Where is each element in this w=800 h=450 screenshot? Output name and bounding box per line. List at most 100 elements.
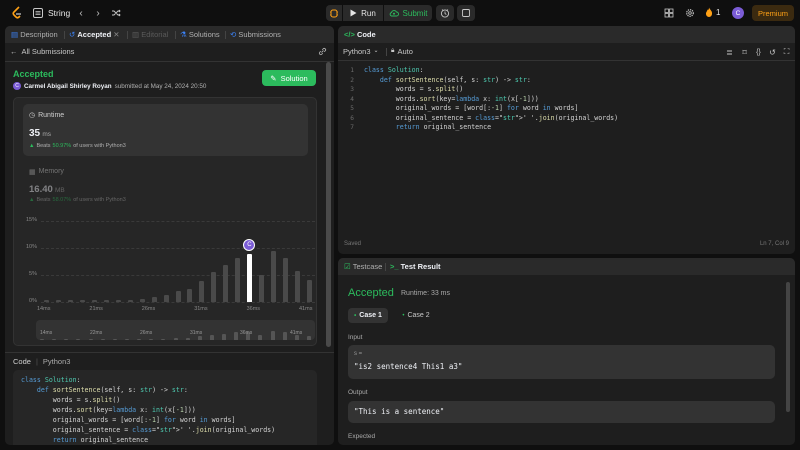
mini-tick-label: 36ms: [240, 330, 253, 336]
code-line: class Solution:: [364, 66, 424, 74]
tab-submissions[interactable]: ⟲ Submissions: [230, 30, 281, 39]
mini-bar: [306, 336, 311, 340]
tab-submissions-label: Submissions: [238, 30, 281, 39]
tab-testcase[interactable]: ☑ Testcase: [344, 262, 382, 271]
notes-button[interactable]: [457, 5, 475, 21]
code-line: def sortSentence(self, s: str) -> str:: [379, 75, 531, 84]
line-number: 7: [350, 124, 354, 131]
tab-solutions[interactable]: ⚗ Solutions: [180, 30, 220, 39]
close-tab-icon[interactable]: ✕: [113, 30, 119, 39]
mini-tick-label: 22ms: [90, 330, 103, 336]
prev-problem-icon[interactable]: ‹: [77, 8, 85, 19]
result-status: Accepted: [348, 287, 394, 299]
scrollbar-track[interactable]: [326, 62, 331, 445]
input-box[interactable]: s = "is2 sentence4 This1 a3": [348, 345, 775, 379]
submit-button[interactable]: Submit: [384, 5, 432, 21]
code-section-lang: Python3: [42, 357, 71, 366]
output-value: "This is a sentence": [354, 407, 445, 416]
mini-bar: [52, 339, 57, 340]
fullscreen-icon[interactable]: ⛶: [782, 47, 791, 56]
tab-code[interactable]: </> Code: [344, 30, 376, 39]
mini-bar: [197, 336, 202, 340]
debug-button[interactable]: [326, 5, 342, 21]
mini-bar: [234, 332, 239, 340]
thumb-icon: ▲: [29, 143, 35, 149]
user-name[interactable]: Carmel Abigail Shirley Royan: [24, 83, 112, 90]
timer-button[interactable]: [436, 5, 454, 21]
description-icon: ▤: [11, 30, 19, 39]
tab-editorial[interactable]: ▥ Editorial: [132, 30, 168, 39]
submission-code-block[interactable]: class Solution: def sortSentence(self, s…: [13, 370, 317, 445]
code-line: original_words = [word[:-1] for word in …: [21, 416, 236, 424]
pass-dot-icon: •: [402, 312, 405, 319]
console-scrollbar[interactable]: [786, 282, 790, 412]
tab-testcase-label: Testcase: [352, 262, 383, 271]
tab-accepted-label: Accepted: [77, 30, 112, 39]
code-editor[interactable]: 1 class Solution: 2 def sortSentence(self,…: [338, 62, 795, 232]
book-icon: ▥: [132, 30, 140, 39]
output-box[interactable]: "This is a sentence": [348, 401, 775, 423]
settings-gear-icon[interactable]: [685, 8, 695, 18]
shuffle-icon[interactable]: [111, 8, 121, 18]
back-to-submissions[interactable]: ← All Submissions: [10, 47, 74, 56]
mini-bar: [185, 337, 190, 340]
runtime-card[interactable]: ◷ Runtime 35 ms ▲ Beats 50.97% of users w…: [23, 104, 308, 156]
thumb-icon: ▲: [29, 197, 35, 203]
tab-description[interactable]: ▤ Description: [11, 30, 58, 39]
memory-beats-percent: 58.07%: [52, 197, 72, 203]
code-line: return original_sentence: [52, 436, 149, 444]
mini-bar: [173, 338, 178, 340]
code-line: return original_sentence: [395, 123, 492, 131]
language-select[interactable]: Python3 ⌄: [343, 47, 379, 56]
tab-test-result[interactable]: >_ Test Result: [390, 262, 441, 271]
mini-bar: [64, 339, 69, 340]
streak-counter[interactable]: 1: [705, 7, 720, 17]
premium-button[interactable]: Premium: [752, 5, 794, 21]
code-section-label: Code: [13, 357, 31, 366]
braces-icon[interactable]: {}: [754, 48, 763, 56]
reset-icon[interactable]: ↺: [768, 48, 777, 57]
line-number: 3: [350, 86, 354, 93]
code-line: words.sort(key=lambda x: int(x[-1])): [364, 94, 539, 103]
avatar[interactable]: C: [732, 7, 744, 19]
leetcode-logo[interactable]: [11, 6, 23, 20]
runtime-beats: ▲ Beats 50.97% of users with Python3: [29, 143, 126, 149]
case-1-button[interactable]: • Case 1: [348, 308, 388, 323]
scrollbar-thumb[interactable]: [326, 62, 331, 347]
solution-button[interactable]: ✎ Solution: [262, 70, 316, 86]
code-line: original_words = [word[:-1] for word in …: [364, 104, 579, 112]
submitted-time: submitted at May 24, 2024 20:50: [114, 82, 207, 90]
case-2-button[interactable]: • Case 2: [396, 308, 436, 323]
clock-icon: ◷: [29, 112, 36, 119]
beats-prefix: Beats: [36, 197, 51, 203]
line-number: 4: [350, 95, 354, 103]
tab-accepted[interactable]: ↺ Accepted ✕: [69, 30, 120, 39]
mini-range-slider[interactable]: 14ms 22ms 26ms 31ms 36ms 41ms: [36, 320, 315, 340]
memory-card[interactable]: ▦ Memory 16.40 MB ▲ Beats 58.07% of users…: [29, 168, 314, 208]
beats-prefix: Beats: [36, 143, 51, 149]
back-label: All Submissions: [21, 47, 75, 56]
link-icon[interactable]: [318, 47, 327, 56]
mini-bar: [88, 339, 93, 340]
memory-unit: MB: [55, 187, 65, 194]
runtime-value: 35: [29, 128, 41, 139]
mini-bar: [149, 339, 154, 340]
checkbox-icon: ☑: [344, 262, 351, 271]
mini-bar: [222, 333, 227, 340]
header-divider: [5, 61, 334, 62]
auto-mode-label: Auto: [397, 47, 413, 56]
problem-list-label[interactable]: String: [48, 8, 70, 18]
mini-bar: [282, 332, 287, 340]
run-button[interactable]: Run: [343, 5, 383, 21]
layout-icon[interactable]: [664, 8, 674, 18]
problem-list-icon[interactable]: [33, 8, 43, 18]
mini-tick-label: 31ms: [190, 330, 203, 336]
auto-mode-toggle[interactable]: 🔒︎ Auto: [391, 47, 413, 56]
editor-divider: [338, 60, 795, 61]
next-problem-icon[interactable]: ›: [94, 8, 102, 19]
format-code-icon[interactable]: ≣: [725, 48, 734, 57]
submit-label: Submit: [402, 8, 428, 18]
bookmark-icon[interactable]: ⌑: [740, 48, 749, 57]
code-line: class Solution:: [21, 376, 81, 384]
beats-suffix: of users with Python3: [73, 143, 126, 149]
